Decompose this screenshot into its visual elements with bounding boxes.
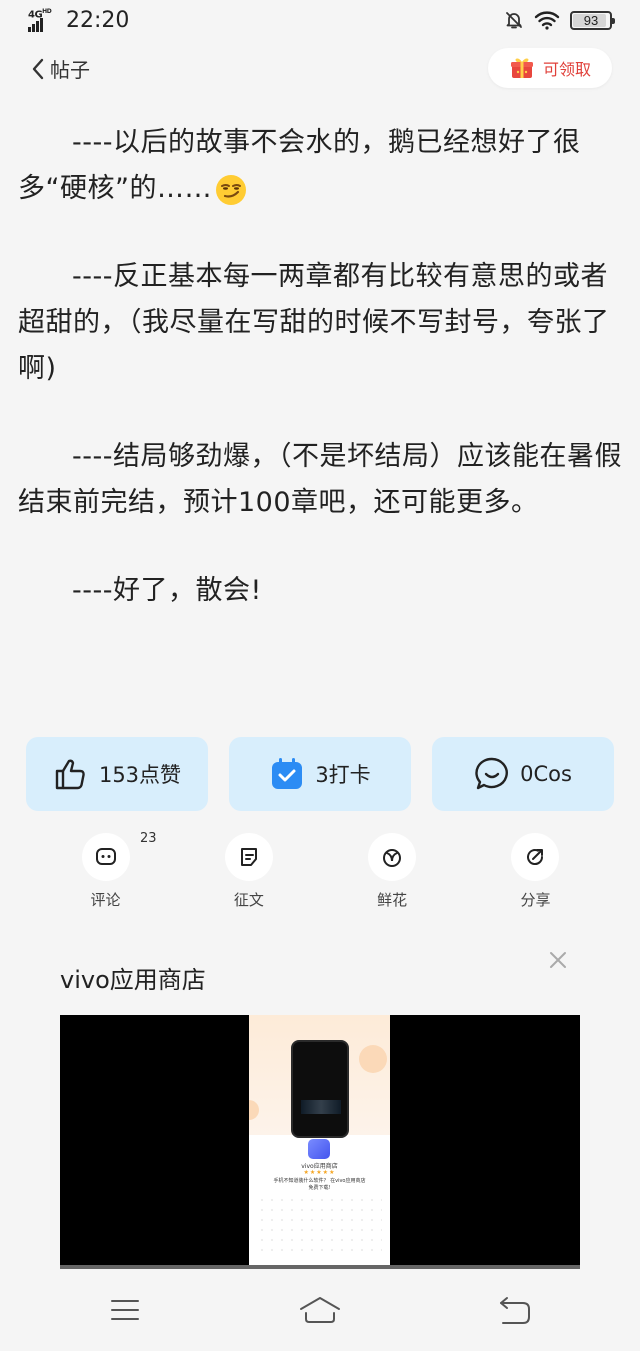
paragraph: ----以后的故事不会水的，鹅已经想好了很多“硬核”的…… <box>18 120 623 212</box>
close-icon[interactable] <box>547 949 569 971</box>
share-label: 分享 <box>520 891 551 909</box>
mute-bell-icon <box>506 12 522 29</box>
paragraph: ----好了，散会! <box>72 575 262 606</box>
system-nav-bar <box>0 1275 640 1351</box>
comment-label: 评论 <box>90 891 121 909</box>
calendar-check-icon <box>272 758 303 789</box>
ad-video[interactable]: vivo应用商店 ★★★★★ 手机不知道装什么软件？ 在vivo应用商店免费下载… <box>60 1015 580 1269</box>
wifi-icon <box>534 11 560 30</box>
cos-label: 0Cos <box>520 762 572 786</box>
mini-actions: 23 评论 征文 鲜花 分享 <box>34 831 607 913</box>
share-icon <box>527 849 544 866</box>
flower-label: 鲜花 <box>377 891 408 909</box>
header: 帖子 可领取 <box>0 48 640 90</box>
battery-icon: 93 <box>570 10 615 30</box>
ad-rating: ★★★★★ <box>303 1169 336 1176</box>
menu-icon[interactable] <box>110 1295 140 1325</box>
comment-icon <box>95 848 116 865</box>
back-label: 帖子 <box>50 58 90 82</box>
smirk-emoji <box>215 174 246 205</box>
ad-title: vivo应用商店 <box>60 966 206 994</box>
comment-count: 23 <box>140 831 157 846</box>
claim-label: 可领取 <box>542 60 591 79</box>
ad-caption: 手机不知道装什么软件？ 在vivo应用商店免费下载! <box>273 1178 366 1191</box>
paragraph: ----反正基本每一两章都有比较有意思的或者超甜的，（我尽量在写甜的时候不写封号… <box>18 261 610 384</box>
chevron-left-icon <box>32 58 44 79</box>
phone-image <box>291 1040 349 1138</box>
paragraph-text: ----以后的故事不会水的，鹅已经想好了很多“硬核”的…… <box>18 127 581 204</box>
flower-icon <box>383 849 402 867</box>
chat-smile-icon <box>475 757 508 790</box>
status-bar: 4GHD 22:20 93 <box>0 0 640 44</box>
document-icon <box>240 848 257 866</box>
checkin-label: 3打卡 <box>315 763 371 787</box>
paragraph: ----结局够劲爆，（不是坏结局）应该能在暑假结束前完结，预计100章吧，还可能… <box>18 441 622 518</box>
home-icon[interactable] <box>298 1295 342 1325</box>
checkin-button[interactable]: 3打卡 <box>229 737 411 811</box>
like-label: 153点赞 <box>98 763 182 787</box>
thumbs-up-icon <box>55 759 85 790</box>
signal-icon: 4GHD <box>28 8 58 33</box>
battery-level: 93 <box>583 12 599 28</box>
essay-button[interactable]: 征文 <box>177 833 320 913</box>
share-button[interactable]: 分享 <box>464 833 607 913</box>
ad-preview: vivo应用商店 ★★★★★ 手机不知道装什么软件？ 在vivo应用商店免费下载… <box>249 1015 390 1265</box>
app-store-logo <box>308 1139 330 1159</box>
clock: 22:20 <box>66 8 130 33</box>
comment-button[interactable]: 23 评论 <box>34 831 177 913</box>
claim-button[interactable]: 可领取 <box>488 48 612 88</box>
video-progress-bar <box>60 1265 580 1269</box>
essay-label: 征文 <box>233 891 264 909</box>
back-button[interactable]: 帖子 <box>30 54 90 83</box>
action-cards: 153点赞 3打卡 0Cos <box>26 737 614 811</box>
gift-icon <box>510 58 533 78</box>
back-nav-icon[interactable] <box>498 1295 532 1325</box>
cos-button[interactable]: 0Cos <box>432 737 614 811</box>
like-button[interactable]: 153点赞 <box>26 737 208 811</box>
article-body: ----以后的故事不会水的，鹅已经想好了很多“硬核”的…… ----反正基本每一… <box>18 120 623 656</box>
flower-button[interactable]: 鲜花 <box>321 833 464 913</box>
